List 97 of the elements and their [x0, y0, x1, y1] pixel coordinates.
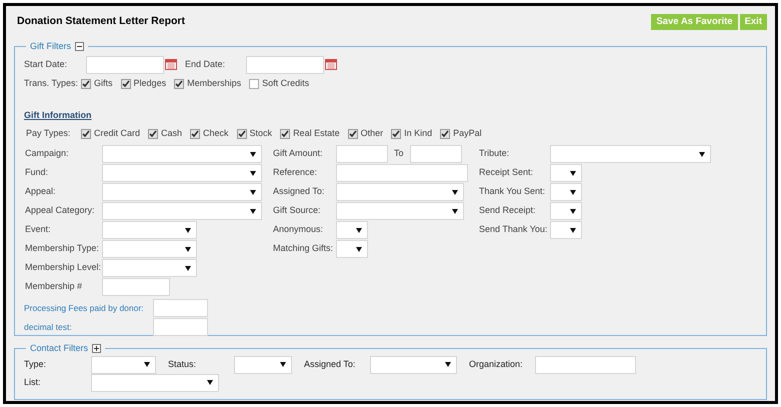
checkbox[interactable]: Gifts: [81, 76, 113, 90]
caret-icon: [250, 190, 256, 194]
check-icon: [392, 130, 400, 138]
field-label: List:: [24, 376, 42, 389]
field-label: Type:: [24, 358, 48, 371]
field-label: Event:: [25, 223, 52, 236]
caret-icon: [250, 170, 256, 176]
dropdown[interactable]: [550, 164, 582, 182]
field-label: Send Receipt:: [479, 204, 537, 218]
caret-icon: [207, 380, 213, 385]
page-title: Donation Statement Letter Report: [17, 14, 186, 30]
check-icon: [191, 130, 200, 138]
legend-title: Gift Filters: [30, 40, 72, 53]
field-label: Membership #: [25, 280, 84, 294]
field-label: Anonymous:: [273, 223, 324, 236]
field-label: Gift Source:: [273, 204, 322, 218]
checkbox[interactable]: Credit Card: [81, 126, 140, 140]
checkbox[interactable]: PayPal: [440, 126, 482, 140]
input-field[interactable]: [102, 278, 170, 296]
field-label: Trans. Types:: [24, 76, 78, 90]
field-label: Assigned To:: [304, 358, 356, 371]
dropdown[interactable]: [336, 240, 368, 258]
input-field[interactable]: [246, 56, 324, 74]
field-label: Thank You Sent:: [479, 185, 546, 198]
field-label: Receipt Sent:: [479, 166, 534, 180]
caret-icon: [445, 362, 451, 367]
caret-icon: [185, 266, 191, 270]
field-label: Gift Amount:: [273, 147, 324, 160]
input-field[interactable]: [86, 56, 164, 74]
check-icon: [441, 130, 450, 138]
caret-icon: [185, 246, 191, 252]
field-label: Pay Types:: [26, 126, 72, 140]
check-icon: [82, 130, 90, 138]
field-label: Status:: [168, 358, 198, 371]
section-heading: Gift Information: [24, 110, 92, 120]
check-icon: [238, 130, 246, 138]
caret-icon: [250, 152, 256, 156]
field-label: Tribute:: [479, 147, 510, 160]
checkbox[interactable]: Stock: [236, 126, 272, 140]
check-icon: [175, 80, 184, 88]
checkbox[interactable]: Real Estate: [280, 126, 340, 140]
input-field[interactable]: [336, 164, 468, 182]
input-field[interactable]: [153, 299, 208, 317]
dropdown[interactable]: [336, 221, 368, 239]
caret-icon: [250, 208, 256, 214]
field-label: Start Date:: [24, 58, 68, 71]
dropdown[interactable]: [550, 221, 582, 239]
caret-icon: [185, 228, 191, 232]
field-label: Send Thank You:: [479, 223, 548, 236]
caret-icon: [144, 362, 150, 367]
caret-icon: [570, 170, 576, 176]
input-field[interactable]: [535, 356, 636, 374]
field-label: Organization:: [469, 358, 524, 371]
field-label: Appeal Category:: [25, 204, 96, 218]
checkbox[interactable]: Memberships: [174, 76, 242, 90]
check-icon: [122, 80, 130, 88]
input-field[interactable]: [336, 145, 388, 163]
caret-icon: [699, 152, 705, 156]
expand-icon[interactable]: [92, 344, 102, 354]
caret-icon: [570, 190, 576, 194]
checkbox[interactable]: Pledges: [120, 76, 166, 90]
calendar-icon[interactable]: [325, 59, 337, 70]
check-icon: [281, 130, 290, 138]
caret-icon: [280, 362, 286, 367]
checkbox[interactable]: Check: [190, 126, 229, 140]
field-label: decimal test:: [24, 320, 73, 334]
calendar-icon[interactable]: [165, 59, 177, 70]
input-field[interactable]: [153, 318, 208, 336]
field-label: Appeal:: [25, 185, 57, 198]
field-label: To: [394, 147, 404, 160]
dropdown[interactable]: [550, 183, 582, 201]
field-label: Reference:: [273, 166, 318, 180]
caret-icon: [570, 208, 576, 214]
field-label: Processing Fees paid by donor:: [24, 302, 145, 314]
field-label: Fund:: [25, 166, 50, 180]
dropdown[interactable]: [550, 202, 582, 220]
field-label: Assigned To:: [273, 185, 326, 198]
collapse-icon[interactable]: [75, 42, 84, 52]
field-label: Campaign:: [25, 147, 70, 160]
field-label: End Date:: [185, 58, 226, 71]
check-icon: [149, 130, 158, 138]
field-label: Membership Level:: [25, 261, 102, 274]
field-label: Matching Gifts:: [273, 242, 334, 256]
checkbox[interactable]: Cash: [148, 126, 182, 140]
checkbox[interactable]: In Kind: [391, 126, 432, 140]
checkbox[interactable]: Soft Credits: [249, 76, 310, 90]
checkbox[interactable]: Other: [348, 126, 384, 140]
legend-title: Contact Filters: [30, 342, 88, 355]
check-icon: [82, 80, 90, 88]
input-field[interactable]: [410, 145, 462, 163]
caret-icon: [452, 208, 458, 214]
check-icon: [348, 130, 357, 138]
caret-icon: [570, 228, 576, 232]
caret-icon: [356, 228, 362, 232]
field-label: Membership Type:: [25, 242, 100, 256]
caret-icon: [356, 246, 362, 252]
caret-icon: [452, 190, 458, 194]
